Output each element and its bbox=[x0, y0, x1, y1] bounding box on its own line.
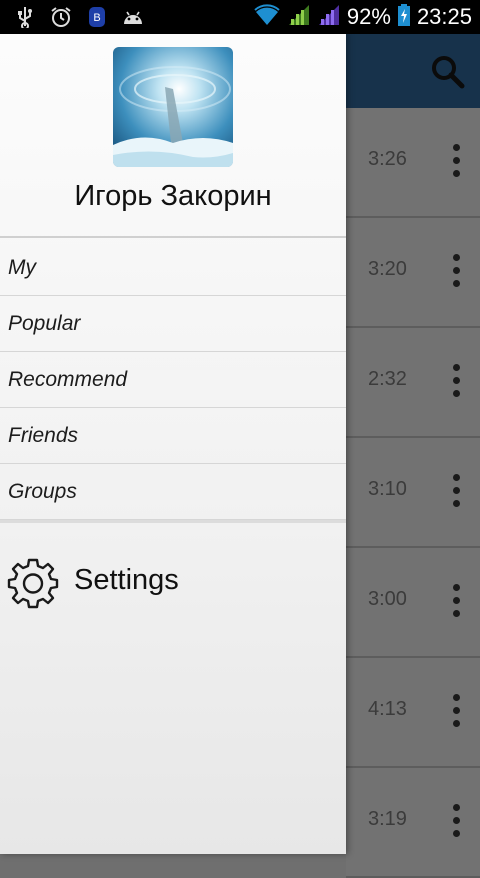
app-bar bbox=[346, 34, 480, 108]
android-icon bbox=[122, 6, 144, 28]
list-item[interactable]: 3:00 bbox=[346, 548, 480, 658]
more-icon[interactable] bbox=[450, 360, 462, 400]
menu-item-popular[interactable]: Popular bbox=[0, 296, 346, 352]
list-item[interactable]: 4:13 bbox=[346, 658, 480, 768]
more-icon[interactable] bbox=[450, 800, 462, 840]
menu-item-friends[interactable]: Friends bbox=[0, 408, 346, 464]
search-icon[interactable] bbox=[428, 52, 468, 92]
usb-icon bbox=[14, 6, 36, 28]
track-duration: 2:32 bbox=[368, 368, 407, 390]
track-duration: 3:20 bbox=[368, 258, 407, 280]
list-item[interactable]: 3:20 bbox=[346, 218, 480, 328]
svg-text:B: B bbox=[93, 12, 100, 24]
track-duration: 3:00 bbox=[368, 588, 407, 610]
battery-icon bbox=[397, 3, 411, 32]
menu-item-label: Recommend bbox=[8, 368, 128, 391]
signal-icon bbox=[287, 3, 311, 32]
menu-item-groups[interactable]: Groups bbox=[0, 464, 346, 520]
track-duration: 4:13 bbox=[368, 698, 407, 720]
menu-item-label: My bbox=[8, 256, 36, 279]
menu-item-my[interactable]: My bbox=[0, 240, 346, 296]
menu-item-label: Groups bbox=[8, 480, 77, 503]
more-icon[interactable] bbox=[450, 580, 462, 620]
wifi-icon bbox=[253, 3, 281, 32]
more-icon[interactable] bbox=[450, 690, 462, 730]
menu-item-label: Popular bbox=[8, 312, 81, 335]
profile-header: Игорь Закорин bbox=[0, 34, 346, 238]
menu-item-recommend[interactable]: Recommend bbox=[0, 352, 346, 408]
track-list: 3:26 3:20 2:32 3:10 3:00 4:13 3:19 bbox=[346, 108, 480, 878]
track-duration: 3:10 bbox=[368, 478, 407, 500]
more-icon[interactable] bbox=[450, 470, 462, 510]
track-duration: 3:19 bbox=[368, 808, 407, 830]
gear-icon bbox=[6, 556, 60, 610]
alarm-icon bbox=[50, 6, 72, 28]
track-duration: 3:26 bbox=[368, 148, 407, 170]
more-icon[interactable] bbox=[450, 250, 462, 290]
content-behind-drawer: 3:26 3:20 2:32 3:10 3:00 4:13 3:19 bbox=[346, 34, 480, 878]
status-bar: B 92% 23:25 bbox=[0, 0, 480, 34]
bluetooth-icon: B bbox=[86, 6, 108, 28]
settings-label: Settings bbox=[74, 564, 179, 596]
list-item[interactable]: 3:26 bbox=[346, 108, 480, 218]
list-item[interactable]: 2:32 bbox=[346, 328, 480, 438]
divider bbox=[0, 520, 346, 523]
drawer-menu: My Popular Recommend Friends Groups bbox=[0, 240, 346, 520]
list-item[interactable]: 3:10 bbox=[346, 438, 480, 548]
menu-item-label: Friends bbox=[8, 424, 79, 447]
clock: 23:25 bbox=[416, 4, 472, 29]
user-name: Игорь Закорин bbox=[74, 180, 272, 212]
battery-percent: 92% bbox=[346, 4, 391, 29]
more-icon[interactable] bbox=[450, 140, 462, 180]
signal-icon-2 bbox=[317, 3, 341, 32]
navigation-drawer: Игорь Закорин My Popular Recommend Frien… bbox=[0, 34, 346, 854]
list-item[interactable]: 3:19 bbox=[346, 768, 480, 878]
settings-item[interactable]: Settings bbox=[0, 548, 346, 612]
avatar[interactable] bbox=[113, 47, 233, 167]
